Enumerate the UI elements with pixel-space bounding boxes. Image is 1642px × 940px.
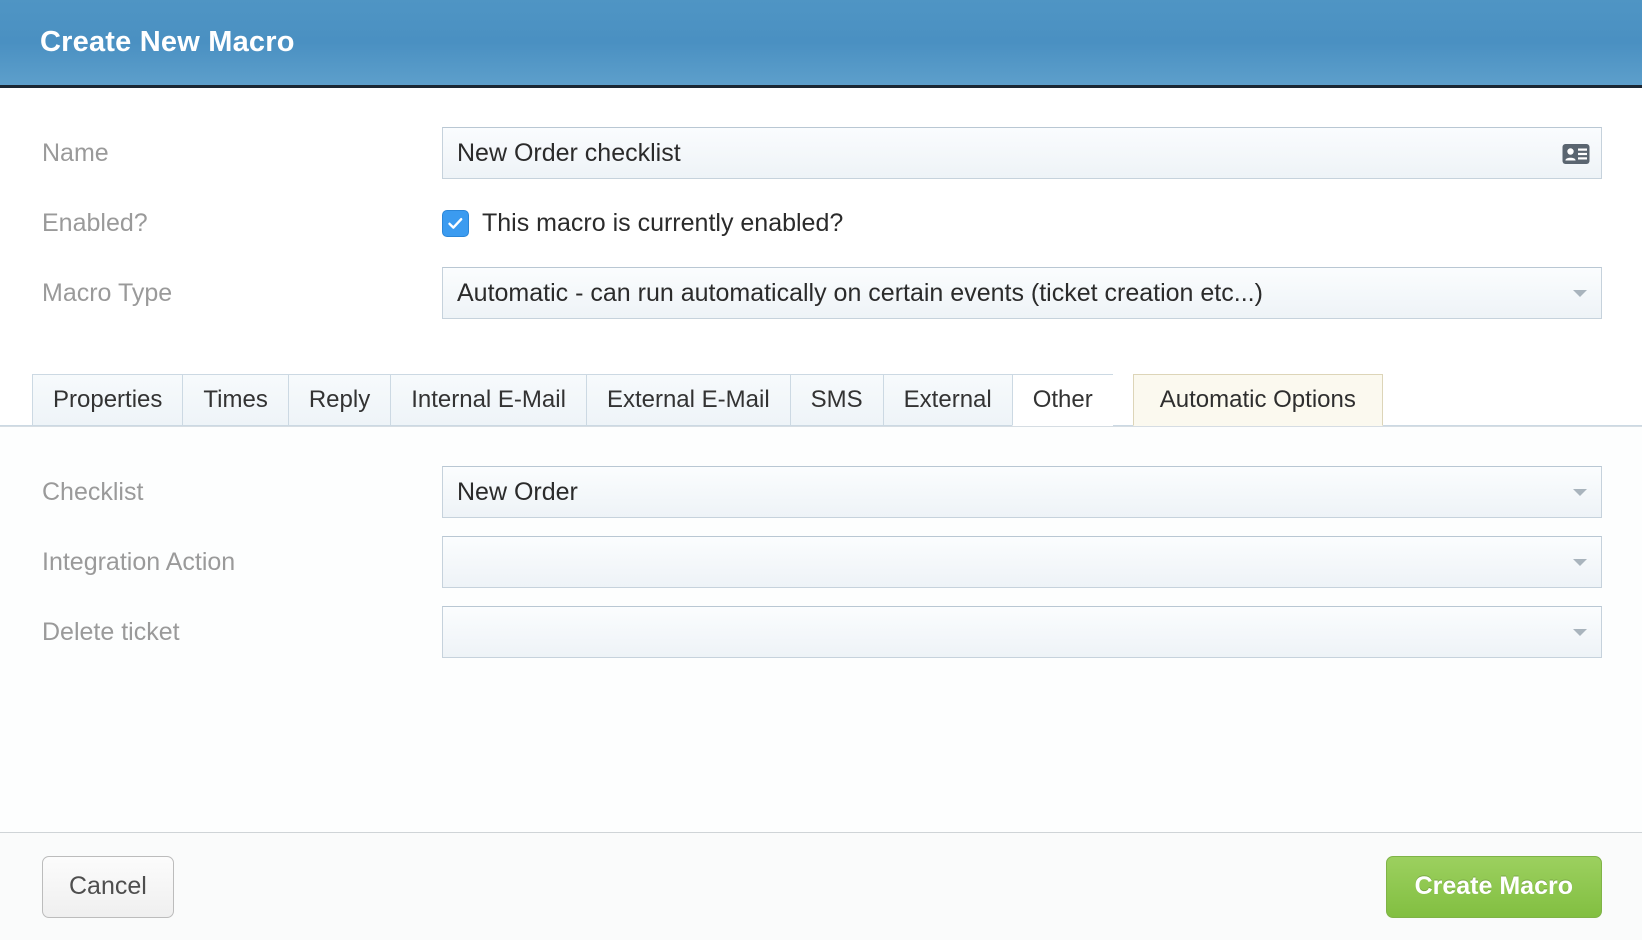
macro-type-select[interactable]: Automatic - can run automatically on cer… <box>442 267 1602 319</box>
create-macro-button[interactable]: Create Macro <box>1385 855 1602 918</box>
tab-times[interactable]: Times <box>182 374 288 426</box>
enabled-checkbox-row[interactable]: This macro is currently enabled? <box>442 209 1602 238</box>
integration-action-label: Integration Action <box>42 547 236 576</box>
enabled-checkbox-label[interactable]: This macro is currently enabled? <box>482 209 843 238</box>
field-row-macro-type: Macro Type Automatic - can run automatic… <box>0 258 1642 328</box>
delete-ticket-select[interactable] <box>442 606 1602 658</box>
field-row-integration-action: Integration Action <box>0 527 1642 597</box>
dialog-footer: Cancel Create Macro <box>0 832 1642 940</box>
field-row-name: Name New Order checklist <box>0 118 1642 188</box>
tab-strip: Properties Times Reply Internal E-Mail E… <box>0 370 1642 426</box>
chevron-down-icon[interactable] <box>1573 629 1587 636</box>
field-row-enabled: Enabled? This macro is currently enabled… <box>0 188 1642 258</box>
enabled-label: Enabled? <box>42 208 148 237</box>
tab-automatic-options[interactable]: Automatic Options <box>1132 374 1383 426</box>
dialog-title: Create New Macro <box>40 26 295 58</box>
vcard-icon[interactable] <box>1562 143 1590 164</box>
tab-external-email[interactable]: External E-Mail <box>585 374 790 426</box>
integration-action-select[interactable] <box>442 536 1602 588</box>
enabled-checkbox[interactable] <box>442 209 469 237</box>
name-input-value: New Order checklist <box>457 138 681 167</box>
tab-other[interactable]: Other <box>1011 374 1113 426</box>
chevron-down-icon[interactable] <box>1573 489 1587 496</box>
tab-properties[interactable]: Properties <box>32 374 183 426</box>
checklist-select[interactable]: New Order <box>442 466 1602 518</box>
tab-external[interactable]: External <box>882 374 1012 426</box>
macro-type-value: Automatic - can run automatically on cer… <box>457 278 1263 307</box>
cancel-button[interactable]: Cancel <box>42 855 174 918</box>
tab-internal-email[interactable]: Internal E-Mail <box>390 374 586 426</box>
checklist-value: New Order <box>457 477 578 506</box>
field-row-delete-ticket: Delete ticket <box>0 597 1642 667</box>
field-row-checklist: Checklist New Order <box>0 457 1642 527</box>
checklist-label: Checklist <box>42 477 144 506</box>
create-new-macro-dialog: Create New Macro Name New Order checklis… <box>0 0 1642 940</box>
automatic-options-panel: Checklist New Order Integration Action D… <box>0 426 1642 832</box>
chevron-down-icon[interactable] <box>1573 559 1587 566</box>
dialog-titlebar: Create New Macro <box>0 0 1642 88</box>
tab-reply[interactable]: Reply <box>287 374 391 426</box>
macro-type-label: Macro Type <box>42 278 173 307</box>
top-form-section: Name New Order checklist Enabled? This m… <box>0 88 1642 338</box>
tab-sms[interactable]: SMS <box>789 374 883 426</box>
delete-ticket-label: Delete ticket <box>42 617 180 646</box>
name-input[interactable]: New Order checklist <box>442 127 1602 179</box>
chevron-down-icon[interactable] <box>1573 290 1587 297</box>
name-label: Name <box>42 138 109 167</box>
